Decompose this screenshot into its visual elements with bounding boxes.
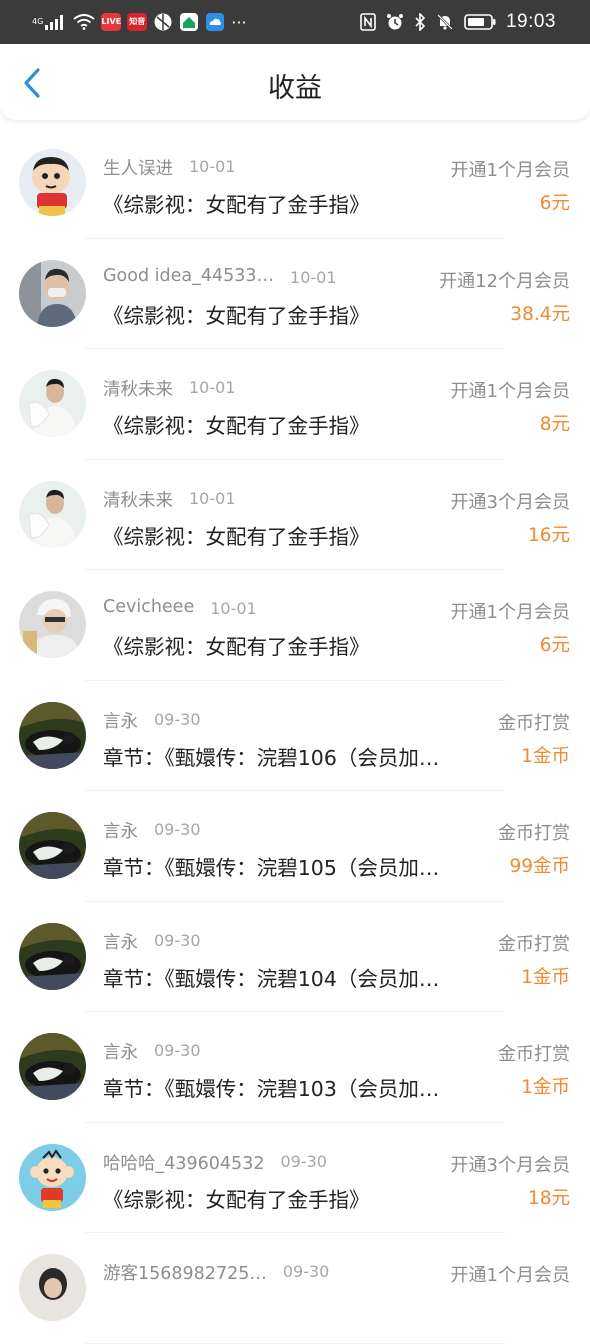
- work-title: 《综影视：女配有了金手指》: [103, 414, 370, 438]
- page-header: 收益: [0, 44, 590, 120]
- avatar[interactable]: [19, 922, 86, 990]
- record-date: 09-30: [154, 930, 201, 950]
- nfc-icon: [360, 13, 376, 31]
- record-date: 09-30: [154, 820, 201, 839]
- work-title: 《综影视：女配有了金手指》: [103, 635, 370, 659]
- battery-icon: [464, 13, 496, 31]
- earning-type: 开通12个月会员: [439, 270, 570, 292]
- work-title: 章节：《甄嬛传：浣碧106（会员加…: [103, 745, 440, 770]
- user-name: Good idea_44533…: [103, 265, 275, 286]
- user-name: 言永: [103, 822, 138, 842]
- earning-row[interactable]: 生人误进 10-01 《综影视：女配有了金手指》 开通1个月会员 6元: [0, 128, 590, 239]
- earning-amount: 99金币: [509, 856, 570, 877]
- bluetooth-icon: [414, 13, 426, 31]
- earning-type: 开通1个月会员: [450, 160, 570, 181]
- earning-row[interactable]: 哈哈哈_439604532 09-30 《综影视：女配有了金手指》 开通3个月会员 18…: [0, 1123, 590, 1233]
- live-app-icon: LIVE: [101, 13, 122, 31]
- record-date: 09-30: [154, 709, 201, 729]
- record-date: 10-01: [210, 599, 257, 618]
- ball-app-icon: [153, 12, 173, 32]
- earning-row[interactable]: 游客1568982725… 09-30 开通1个月会员: [0, 1233, 590, 1344]
- user-name: 哈哈哈_439604532: [103, 1153, 265, 1174]
- earning-amount: 1金币: [521, 745, 570, 767]
- avatar[interactable]: [19, 480, 86, 548]
- user-name: 言永: [103, 932, 138, 953]
- user-name: 游客1568982725…: [103, 1264, 267, 1284]
- home-app-icon: [179, 12, 199, 32]
- user-name: Cevicheee: [103, 597, 195, 617]
- avatar[interactable]: [19, 259, 86, 327]
- user-name: 言永: [103, 711, 138, 732]
- work-title: 章节：《甄嬛传：浣碧103（会员加…: [103, 1077, 440, 1101]
- earning-row[interactable]: Cevicheee 10-01 《综影视：女配有了金手指》 开通1个月会员 6元: [0, 570, 590, 681]
- avatar[interactable]: [19, 1143, 86, 1211]
- status-time: 19:03: [505, 11, 556, 32]
- record-date: 09-30: [154, 1041, 201, 1060]
- earning-type: 开通3个月会员: [450, 1154, 570, 1176]
- earning-type: 金币打赏: [498, 712, 570, 734]
- earning-amount: 6元: [539, 193, 570, 214]
- row-divider: [84, 1342, 506, 1344]
- record-date: 09-30: [280, 1151, 327, 1171]
- user-name: 生人误进: [103, 159, 173, 179]
- record-date: 09-30: [282, 1262, 330, 1281]
- more-notifications-icon: ···: [231, 12, 247, 32]
- earning-type: 金币打赏: [498, 1044, 570, 1065]
- earning-amount: 18元: [527, 1187, 570, 1209]
- earning-amount: 38.4元: [510, 303, 570, 325]
- earning-amount: 1金币: [521, 966, 570, 988]
- status-bar: 4G LIVE 知音 ··· 19:03: [0, 0, 590, 44]
- avatar[interactable]: [19, 1033, 86, 1100]
- avatar[interactable]: [19, 1254, 86, 1321]
- earning-row[interactable]: 言永 09-30 章节：《甄嬛传：浣碧103（会员加… 金币打赏 1金币: [0, 1012, 590, 1123]
- earning-amount: 8元: [539, 414, 570, 435]
- work-title: 章节：《甄嬛传：浣碧105（会员加…: [103, 856, 440, 880]
- user-name: 言永: [103, 1043, 138, 1063]
- work-title: 《综影视：女配有了金手指》: [103, 303, 370, 328]
- signal-icon: 4G: [32, 14, 67, 30]
- earning-type: 金币打赏: [498, 933, 570, 955]
- user-name: 清秋未来: [103, 380, 173, 400]
- earning-amount: 16元: [527, 524, 570, 546]
- work-title: 《综影视：女配有了金手指》: [103, 524, 370, 549]
- earnings-list: 生人误进 10-01 《综影视：女配有了金手指》 开通1个月会员 6元 Good idea…: [0, 128, 590, 1344]
- alarm-icon: [386, 13, 404, 31]
- avatar[interactable]: [19, 701, 86, 769]
- cloud-app-icon: [205, 12, 225, 32]
- earning-row[interactable]: 言永 09-30 章节：《甄嬛传：浣碧104（会员加… 金币打赏 1金币: [0, 902, 590, 1012]
- zhiyin-app-icon: 知音: [127, 13, 148, 31]
- work-title: 《综影视：女配有了金手指》: [103, 193, 370, 217]
- earning-row[interactable]: 言永 09-30 章节：《甄嬛传：浣碧106（会员加… 金币打赏 1金币: [0, 681, 590, 791]
- earning-row[interactable]: Good idea_44533… 10-01 《综影视：女配有了金手指》 开通12个月…: [0, 239, 590, 349]
- mute-bell-icon: [436, 13, 454, 31]
- record-date: 10-01: [189, 157, 236, 176]
- earning-type: 开通1个月会员: [450, 381, 570, 402]
- wifi-icon: [73, 14, 95, 30]
- earning-row[interactable]: 清秋未来 10-01 《综影视：女配有了金手指》 开通3个月会员 16元: [0, 460, 590, 570]
- avatar[interactable]: [19, 812, 86, 879]
- avatar[interactable]: [19, 370, 86, 437]
- earning-type: 开通1个月会员: [450, 1265, 570, 1286]
- user-name: 清秋未来: [103, 490, 173, 511]
- work-title: 《综影视：女配有了金手指》: [103, 1187, 370, 1212]
- work-title: 章节：《甄嬛传：浣碧104（会员加…: [103, 966, 440, 991]
- earning-type: 金币打赏: [498, 823, 570, 844]
- earning-amount: 6元: [539, 635, 570, 656]
- avatar[interactable]: [19, 149, 86, 216]
- page-title: 收益: [268, 73, 322, 104]
- record-date: 10-01: [189, 488, 236, 508]
- record-date: 10-01: [290, 267, 337, 287]
- earning-row[interactable]: 言永 09-30 章节：《甄嬛传：浣碧105（会员加… 金币打赏 99金币: [0, 791, 590, 902]
- earning-type: 开通3个月会员: [450, 491, 570, 513]
- earning-amount: 1金币: [521, 1077, 570, 1098]
- avatar[interactable]: [19, 591, 86, 658]
- network-label: 4G: [32, 17, 44, 26]
- record-date: 10-01: [189, 378, 236, 397]
- earning-type: 开通1个月会员: [450, 602, 570, 623]
- earning-row[interactable]: 清秋未来 10-01 《综影视：女配有了金手指》 开通1个月会员 8元: [0, 349, 590, 460]
